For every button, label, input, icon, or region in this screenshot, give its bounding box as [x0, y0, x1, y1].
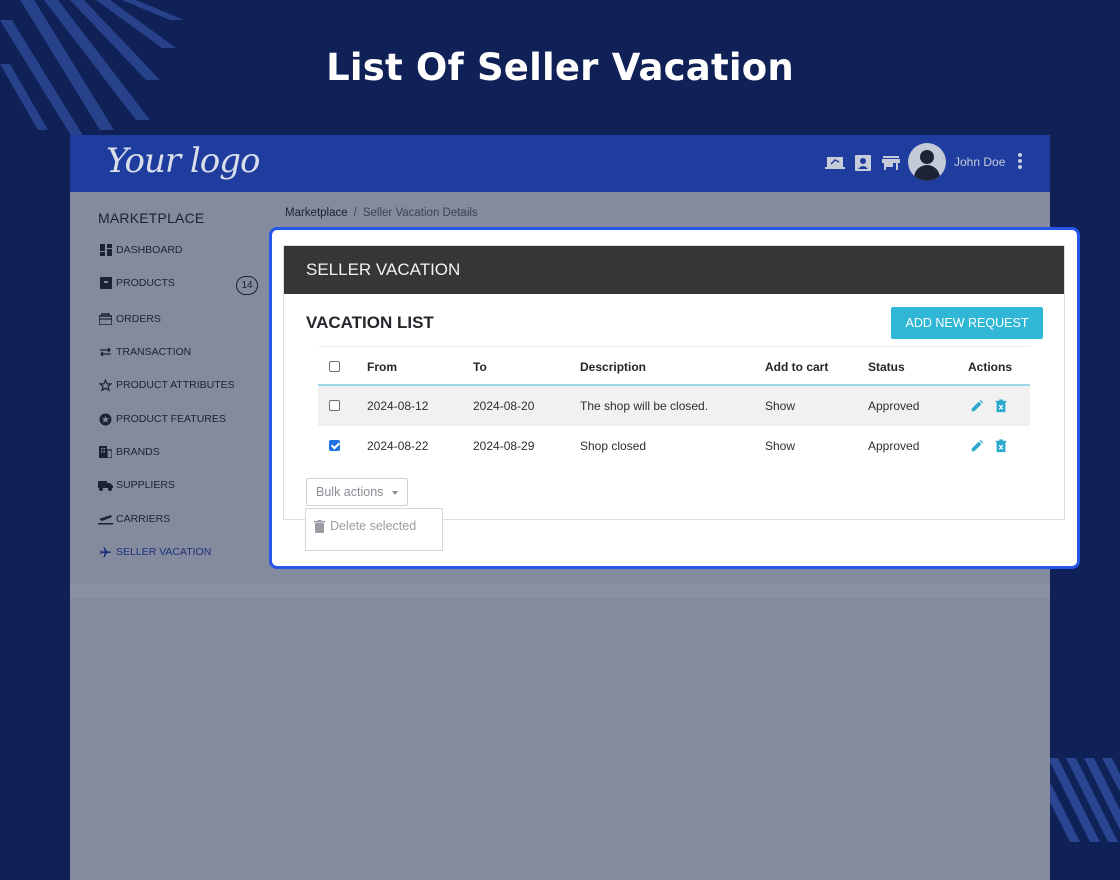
column-header-to: To: [473, 360, 487, 374]
breadcrumb-root[interactable]: Marketplace: [285, 207, 348, 219]
top-navigation-bar: Your logo John Doe: [70, 135, 1050, 192]
sidebar-item-label: TRANSACTION: [116, 346, 192, 358]
edit-icon[interactable]: [970, 438, 984, 454]
page-hero-title: List Of Seller Vacation: [326, 46, 794, 89]
table-row: 2024-08-12 2024-08-20 The shop will be c…: [318, 386, 1030, 426]
box-icon: [98, 276, 113, 291]
cell-description: The shop will be closed.: [580, 399, 709, 413]
sidebar-item-label: DASHBOARD: [116, 244, 183, 256]
select-all-checkbox[interactable]: [329, 361, 340, 372]
sidebar-item-products[interactable]: PRODUCTS: [98, 274, 175, 292]
vacation-table: From To Description Add to cart Status A…: [318, 346, 1030, 466]
add-new-request-button[interactable]: ADD NEW REQUEST: [891, 307, 1043, 339]
edit-icon[interactable]: [970, 398, 984, 414]
dashboard-icon: [98, 243, 113, 258]
sidebar-item-dashboard[interactable]: DASHBOARD: [98, 241, 183, 259]
sidebar-item-product-attributes[interactable]: PRODUCT ATTRIBUTES: [98, 376, 235, 394]
truck-icon: [98, 478, 113, 493]
cell-status: Approved: [868, 399, 920, 413]
sidebar-item-product-features[interactable]: PRODUCT FEATURES: [98, 410, 226, 428]
sidebar-item-label: PRODUCT ATTRIBUTES: [116, 379, 235, 391]
column-header-add-to-cart: Add to cart: [765, 360, 829, 374]
cell-to: 2024-08-29: [473, 439, 535, 453]
building-icon: [98, 445, 113, 460]
sidebar-title: MARKETPLACE: [98, 210, 205, 226]
caret-down-icon: [392, 491, 398, 495]
bulk-actions-label: Bulk actions: [316, 485, 384, 499]
sidebar-item-label: SELLER VACATION: [116, 546, 212, 558]
sidebar-item-label: SUPPLIERS: [116, 479, 175, 491]
plane-takeoff-icon: [98, 512, 113, 527]
sidebar-item-label: PRODUCTS: [116, 277, 175, 289]
delete-icon[interactable]: [994, 398, 1008, 414]
logo[interactable]: Your logo: [106, 141, 260, 181]
row-checkbox[interactable]: [329, 440, 340, 451]
column-header-status: Status: [868, 360, 905, 374]
sidebar-item-label: BRANDS: [116, 446, 160, 458]
cell-description: Shop closed: [580, 439, 647, 453]
sidebar-item-label: ORDERS: [116, 313, 161, 325]
cell-add-to-cart: Show: [765, 439, 796, 453]
sidebar-item-carriers[interactable]: CARRIERS: [98, 510, 170, 528]
sidebar-item-label: PRODUCT FEATURES: [116, 413, 226, 425]
airplane-icon: [98, 545, 113, 560]
seller-vacation-card: SELLER VACATION VACATION LIST ADD NEW RE…: [283, 245, 1065, 520]
column-header-description: Description: [580, 360, 647, 374]
breadcrumb-separator: /: [353, 207, 357, 219]
cell-status: Approved: [868, 439, 920, 453]
cell-from: 2024-08-12: [367, 399, 429, 413]
store-icon[interactable]: [881, 153, 901, 173]
table-row: 2024-08-22 2024-08-29 Shop closed Show A…: [318, 426, 1030, 466]
sidebar-item-suppliers[interactable]: SUPPLIERS: [98, 476, 175, 494]
sidebar-item-label: CARRIERS: [116, 513, 171, 525]
sidebar-item-brands[interactable]: BRANDS: [98, 443, 160, 461]
user-name[interactable]: John Doe: [954, 155, 1005, 169]
products-count-badge: 14: [236, 276, 258, 295]
bulk-actions-dropdown[interactable]: Bulk actions: [306, 478, 408, 506]
vacation-list-title: VACATION LIST: [306, 313, 434, 332]
cell-to: 2024-08-20: [473, 399, 535, 413]
basket-icon: [98, 312, 113, 327]
decorative-stripes-bottom-right: [1048, 758, 1120, 842]
row-checkbox[interactable]: [329, 400, 340, 411]
table-header: From To Description Add to cart Status A…: [318, 346, 1030, 386]
star-icon: [98, 378, 113, 393]
delete-selected-label: Delete selected: [330, 519, 417, 533]
breadcrumb-current: Seller Vacation Details: [362, 207, 478, 219]
sidebar-item-transaction[interactable]: TRANSACTION: [98, 343, 191, 361]
delete-icon[interactable]: [994, 438, 1008, 454]
cell-add-to-cart: Show: [765, 399, 796, 413]
contact-card-icon[interactable]: [853, 153, 873, 173]
sidebar-item-seller-vacation[interactable]: SELLER VACATION: [98, 543, 211, 561]
trash-icon: [314, 519, 325, 533]
swap-icon: [98, 345, 113, 360]
more-vertical-icon[interactable]: [1016, 153, 1024, 173]
sidebar-item-orders[interactable]: ORDERS: [98, 310, 161, 328]
column-header-from: From: [367, 360, 397, 374]
laptop-icon[interactable]: [825, 153, 845, 173]
card-header: SELLER VACATION: [284, 246, 1064, 294]
content-divider: [70, 583, 1050, 598]
bulk-actions-menu: Delete selected: [305, 508, 443, 551]
column-header-actions: Actions: [968, 360, 1013, 374]
delete-selected-menu-item[interactable]: Delete selected: [314, 519, 416, 533]
star-circle-icon: [98, 412, 113, 427]
breadcrumb: Marketplace / Seller Vacation Details: [285, 207, 478, 219]
cell-from: 2024-08-22: [367, 439, 429, 453]
avatar[interactable]: [908, 143, 946, 181]
